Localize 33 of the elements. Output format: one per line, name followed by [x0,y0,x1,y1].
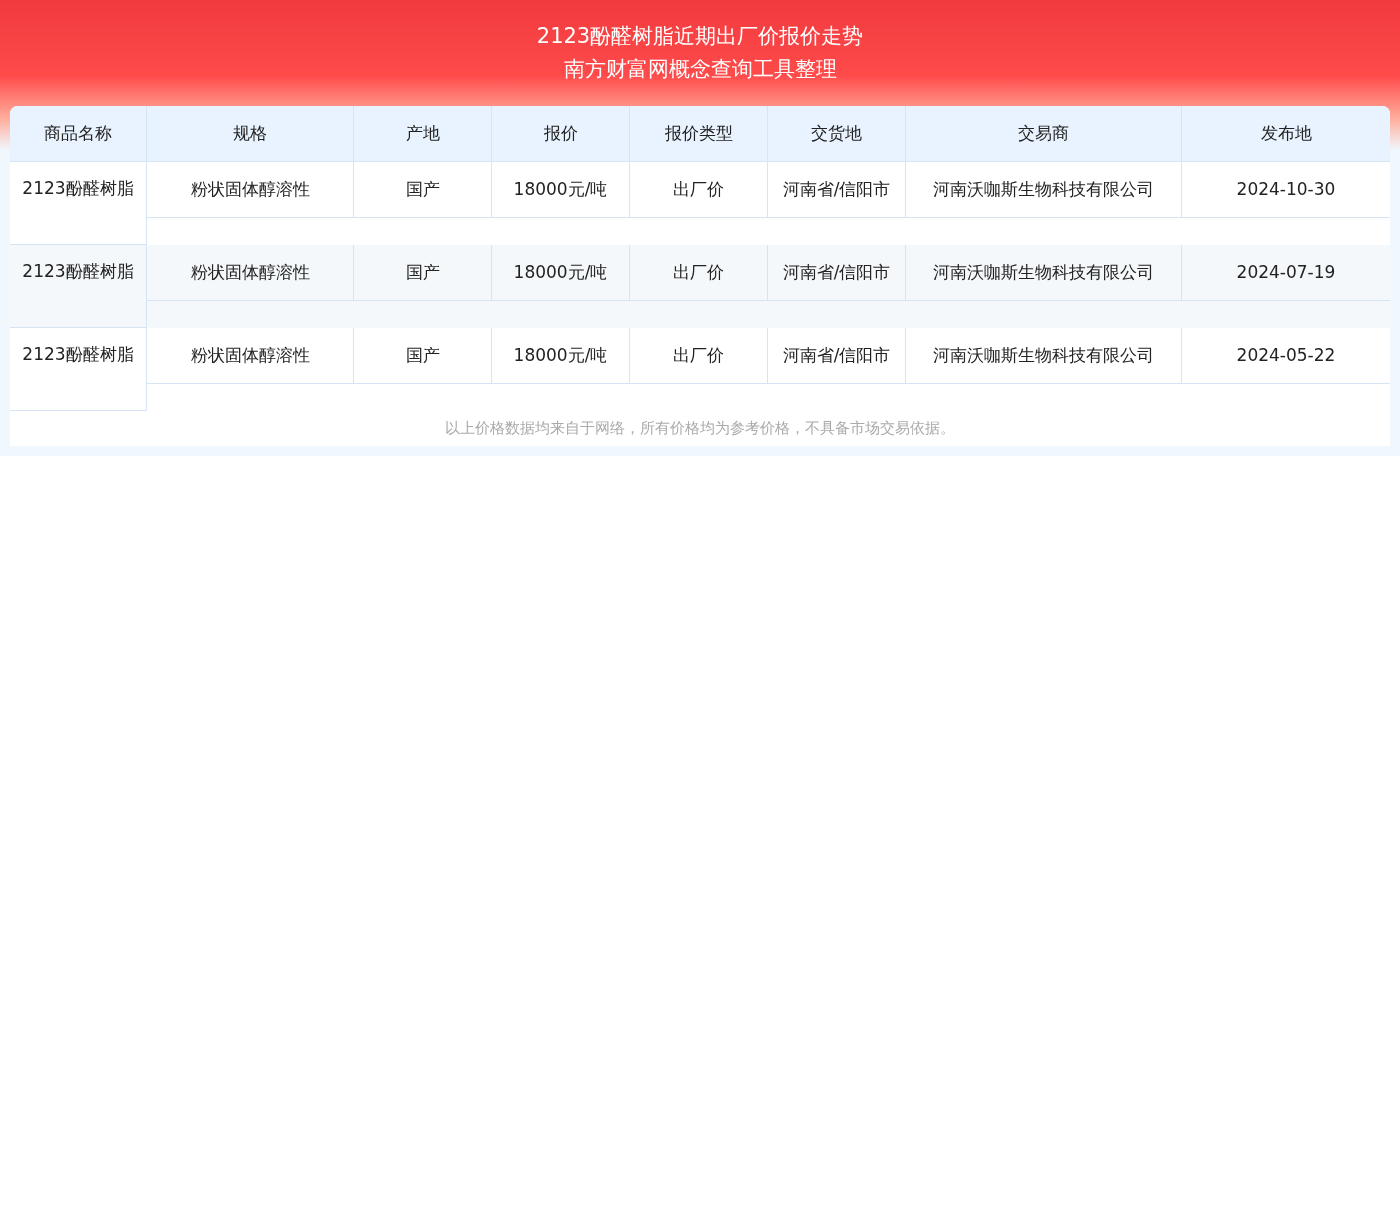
table-cell: 河南省/信阳市 [768,162,906,217]
page-title: 南方财富网概念查询工具整理 [563,56,837,83]
column-header: 产地 [354,106,492,161]
column-header: 发布地 [1259,121,1313,145]
disclaimer-text: 以上价格数据均来自于网络，所有价格均为参考价格，不具备市场交易依据。 [445,418,955,440]
table-cell-text: 2024-10-30 [1235,177,1337,201]
table-cell: 河南省/信阳市 [768,328,906,383]
table-cell: 18000元/吨 [492,328,630,383]
table-cell: 粉状固体醇溶性 [147,162,354,217]
column-header: 报价 [492,106,630,161]
table-cell: 18000元/吨 [492,245,630,300]
column-header: 规格 [147,106,354,161]
table-cell: 出厂价 [630,245,768,300]
table-cell: 出厂价 [630,328,768,383]
table-cell: 河南沃咖斯生物科技有限公司 [906,162,1182,217]
table-cell: 粉状固体醇溶性 [147,245,354,300]
page-title: 2123酚醛树脂近期出厂价报价走势 [536,23,864,50]
table-cell: 国产 [354,245,492,300]
table-cell-text: 2024-05-22 [1235,343,1337,367]
column-header: 交易商 [906,106,1182,161]
column-header: 商品名称 [10,106,147,161]
table-cell: 河南沃咖斯生物科技有限公司 [906,328,1182,383]
table-cell: 国产 [354,162,492,217]
table-cell: 河南省/信阳市 [768,245,906,300]
table-cell: 河南沃咖斯生物科技有限公司 [906,245,1182,300]
column-header: 报价类型 [630,106,768,161]
column-header: 交货地 [768,106,906,161]
table-cell: 国产 [354,328,492,383]
table-cell-text: 2024-07-19 [1235,260,1337,284]
table-cell: 18000元/吨 [492,162,630,217]
table-cell: 粉状固体醇溶性 [147,328,354,383]
table-cell: 2123酚醛树脂 [10,328,147,411]
table-cell: 出厂价 [630,162,768,217]
